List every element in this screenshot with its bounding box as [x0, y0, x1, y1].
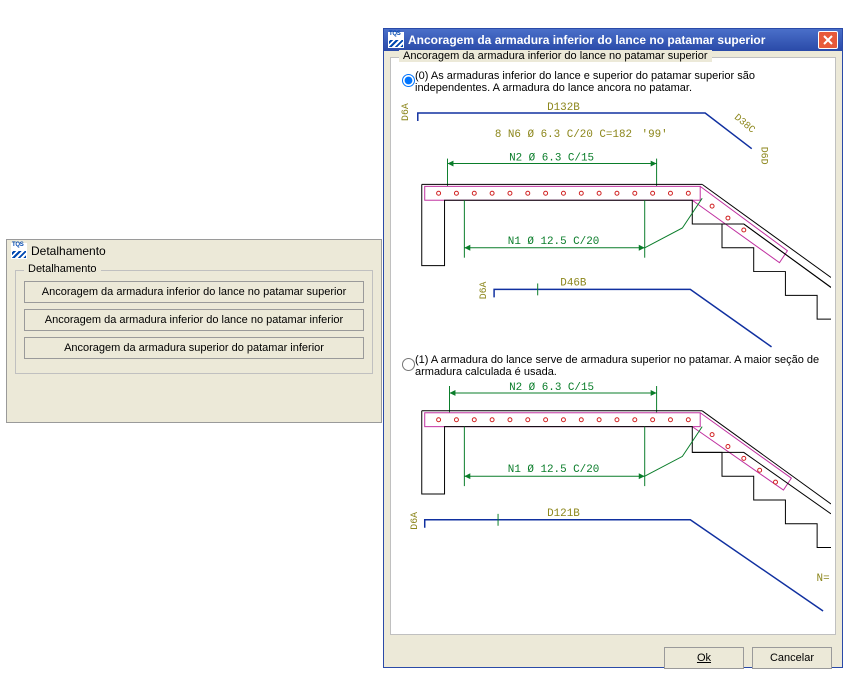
lbl-d6a-bot0: D6A [478, 281, 489, 299]
btn-ancoragem-inf-sup[interactable]: Ancoragem da armadura inferior do lance … [24, 281, 364, 303]
option-0-label: (0) As armaduras inferior do lance e sup… [415, 70, 755, 94]
ancoragem-dialog: Ancoragem da armadura inferior do lance … [383, 28, 843, 668]
lbl-n-spec: 8 N6 Ø 6.3 C/20 C=182 [495, 129, 632, 141]
dialog-button-row: Ok Cancelar [384, 641, 842, 675]
btn-ancoragem-inf-inf[interactable]: Ancoragem da armadura inferior do lance … [24, 309, 364, 331]
diagram-1: N2 Ø 6.3 C/15 [395, 382, 831, 614]
lbl-nend: N= [817, 573, 830, 585]
lbl-d46b: D46B [560, 277, 587, 289]
lbl-d6a-bot1: D6A [409, 512, 420, 530]
lbl-d132b: D132B [547, 102, 580, 114]
option-1-label: (1) A armadura do lance serve de armadur… [415, 354, 819, 378]
radio-option-1[interactable] [402, 358, 415, 371]
lbl-d6a-top: D6A [400, 103, 411, 121]
lbl-n1-top: N1 Ø 12.5 C/20 [508, 236, 600, 248]
detalhamento-group: Detalhamento Ancoragem da armadura infer… [15, 270, 373, 374]
ok-button[interactable]: Ok [664, 647, 744, 669]
lbl-n1-bot: N1 Ø 12.5 C/20 [508, 464, 600, 476]
lbl-rev: '99' [642, 129, 668, 141]
titlebar: Detalhamento [7, 240, 381, 262]
dialog-title: Detalhamento [31, 244, 106, 258]
lbl-n2-bot: N2 Ø 6.3 C/15 [509, 382, 594, 394]
close-button[interactable] [818, 31, 838, 49]
ancoragem-group: Ancoragem da armadura inferior do lance … [390, 57, 836, 635]
btn-ancoragem-sup-inf[interactable]: Ancoragem da armadura superior do patama… [24, 337, 364, 359]
close-icon [823, 35, 833, 45]
option-0[interactable]: (0) As armaduras inferior do lance e sup… [391, 66, 835, 98]
tqs-logo-icon [388, 32, 404, 48]
detalhamento-dialog: Detalhamento Detalhamento Ancoragem da a… [6, 239, 382, 423]
cancel-button[interactable]: Cancelar [752, 647, 832, 669]
lbl-d121b: D121B [547, 508, 580, 520]
dialog-title: Ancoragem da armadura inferior do lance … [408, 33, 765, 47]
lbl-d38c: D38C [732, 112, 757, 136]
group-legend: Detalhamento [24, 263, 101, 275]
lbl-d6d: D6D [759, 147, 770, 165]
tqs-logo-icon [11, 243, 27, 259]
lbl-n2-top: N2 Ø 6.3 C/15 [509, 153, 594, 165]
dialog-body: Ancoragem da armadura inferior do lance … [384, 51, 842, 667]
diagram-0-svg: D132B D6A D38C D6D 8 N6 Ø 6.3 C/20 C=182… [395, 98, 831, 350]
diagram-1-svg: N2 Ø 6.3 C/15 [395, 382, 831, 614]
radio-option-0[interactable] [402, 74, 415, 87]
titlebar: Ancoragem da armadura inferior do lance … [384, 29, 842, 51]
diagram-0: D132B D6A D38C D6D 8 N6 Ø 6.3 C/20 C=182… [395, 98, 831, 350]
group-legend: Ancoragem da armadura inferior do lance … [399, 50, 712, 62]
option-1[interactable]: (1) A armadura do lance serve de armadur… [391, 350, 835, 382]
spacer [7, 382, 381, 422]
